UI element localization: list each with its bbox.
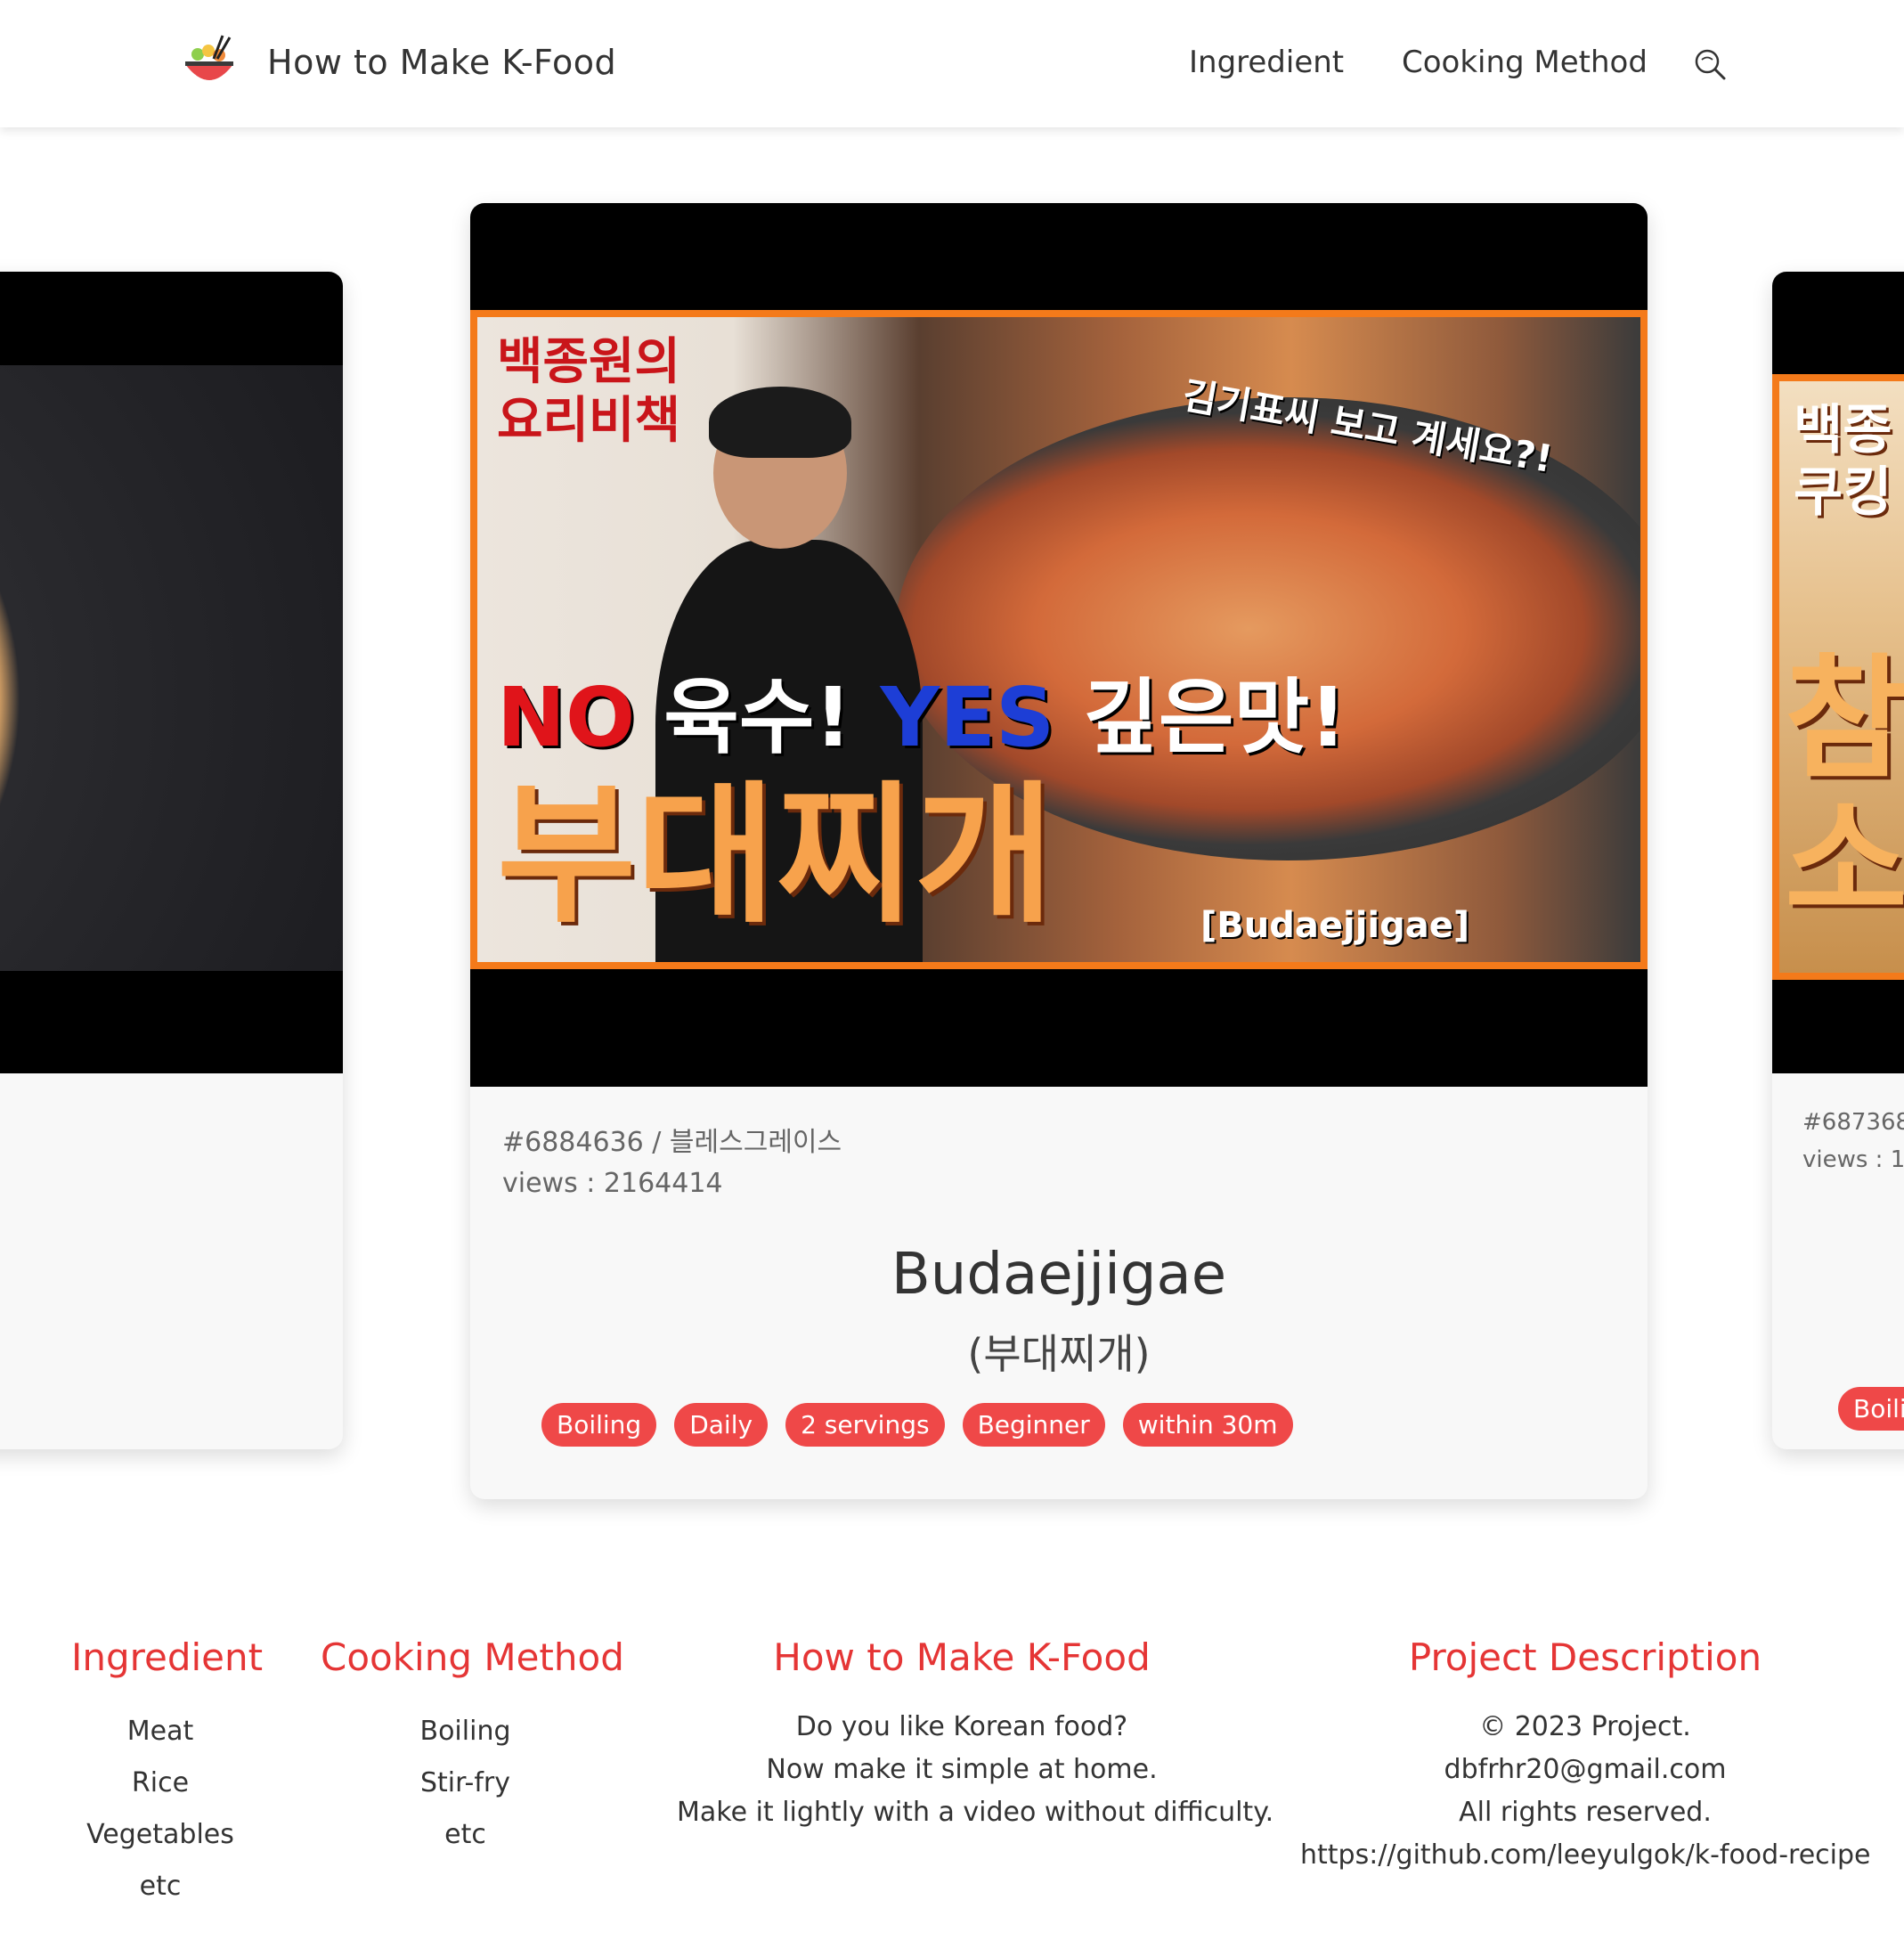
recipe-card-previous[interactable]: g [0, 272, 343, 1449]
footer-heading: Ingredient [71, 1635, 264, 1679]
video-thumbnail[interactable]: 백종원의 요리비책 김기표씨 보고 계세요?! NO 육수! YES 깊은맛! … [470, 203, 1648, 1087]
recipe-korean-title: (부대찌개) [967, 1330, 1151, 1378]
recipe-card-next[interactable]: 백종 쿠킹 참 소 #6873683 views : 16 Boilin [1772, 272, 1904, 1449]
footer-heading: Project Description [1408, 1635, 1762, 1679]
tag-occasion[interactable]: Daily [674, 1403, 769, 1447]
thumbnail-dish-name: 참 소 [1785, 642, 1904, 940]
site-title[interactable]: How to Make K-Food [267, 43, 616, 82]
footer-about-column: How to Make K-Food Do you like Korean fo… [677, 1635, 1274, 1834]
tag-servings[interactable]: 2 servings [785, 1403, 945, 1447]
footer-link-etc[interactable]: etc [321, 1809, 610, 1861]
footer-link-meat[interactable]: Meat [71, 1706, 249, 1757]
thumbnail-image [0, 365, 343, 971]
recipe-card-active[interactable]: 백종원의 요리비책 김기표씨 보고 계세요?! NO 육수! YES 깊은맛! … [470, 203, 1648, 1499]
search-icon[interactable] [1692, 46, 1728, 82]
footer-about-line: Do you like Korean food? [795, 1711, 1128, 1742]
video-thumbnail[interactable] [0, 272, 343, 1073]
thumbnail-no: NO [497, 670, 636, 765]
thumbnail-channel-text: 백종 쿠킹 [1794, 399, 1892, 524]
footer-ingredient-column: Ingredient Meat Rice Vegetables etc [71, 1635, 264, 1912]
footer-heading: Cooking Method [321, 1635, 624, 1679]
nav-cooking-method[interactable]: Cooking Method [1402, 45, 1648, 80]
footer-about-line: Make it lightly with a video without dif… [677, 1797, 1274, 1828]
tag-time[interactable]: within 30m [1122, 1403, 1293, 1447]
site-footer: Ingredient Meat Rice Vegetables etc Cook… [0, 1539, 1904, 1949]
footer-link-boiling[interactable]: Boiling [321, 1706, 610, 1757]
recipe-carousel[interactable]: g 백종원의 요리비책 김기표씨 보고 계세요?! NO 육수! YES 깊은맛… [0, 127, 1904, 1539]
nav-ingredient[interactable]: Ingredient [1189, 45, 1344, 80]
footer-github-link[interactable]: https://github.com/leeyulgok/k-food-reci… [1300, 1834, 1871, 1877]
thumbnail-image: 백종 쿠킹 참 소 [1772, 374, 1904, 980]
thumbnail-image: 백종원의 요리비책 김기표씨 보고 계세요?! NO 육수! YES 깊은맛! … [470, 310, 1648, 969]
recipe-id-author: #6884636 / 블레스그레이스 [502, 1127, 842, 1158]
site-header: How to Make K-Food Ingredient Cooking Me… [0, 0, 1904, 127]
recipe-title: Budaejjigae [891, 1242, 1227, 1308]
thumbnail-text-b: 깊은맛! [1083, 670, 1347, 765]
bibimbap-bowl-logo-icon[interactable] [178, 32, 240, 94]
recipe-id-author: #6873683 [1802, 1109, 1904, 1136]
footer-method-column: Cooking Method Boiling Stir-fry etc [321, 1635, 624, 1861]
footer-link-rice[interactable]: Rice [71, 1757, 249, 1809]
recipe-tags: Boilin [1838, 1387, 1904, 1431]
recipe-meta: #6884636 / 블레스그레이스 views : 2164414 [470, 1087, 1648, 1204]
tag-method[interactable]: Boilin [1838, 1387, 1904, 1431]
footer-heading: How to Make K-Food [773, 1635, 1151, 1679]
thumbnail-english-name: [Budaejjigae] [1200, 905, 1470, 946]
recipe-meta: #6873683 views : 16 [1772, 1073, 1904, 1178]
recipe-views: views : 2164414 [502, 1168, 723, 1199]
thumbnail-channel-text: 백종원의 요리비책 [497, 333, 681, 450]
footer-rights: All rights reserved. [1459, 1797, 1712, 1828]
thumbnail-yes: YES [880, 670, 1055, 765]
footer-link-stir-fry[interactable]: Stir-fry [321, 1757, 610, 1809]
thumbnail-dish-name: 부대찌개 [497, 768, 1054, 944]
footer-link-vegetables[interactable]: Vegetables [71, 1809, 249, 1861]
footer-project-column: Project Description © 2023 Project. dbfr… [1300, 1635, 1871, 1877]
footer-email[interactable]: dbfrhr20@gmail.com [1300, 1749, 1870, 1791]
recipe-tags: Boiling Daily 2 servings Beginner within… [541, 1403, 1293, 1447]
video-thumbnail[interactable]: 백종 쿠킹 참 소 [1772, 272, 1904, 1073]
thumbnail-headline: NO 육수! YES 깊은맛! [497, 673, 1347, 762]
tag-method[interactable]: Boiling [541, 1403, 657, 1447]
recipe-views: views : 16 [1802, 1146, 1904, 1173]
footer-copyright: © 2023 Project. [1479, 1711, 1691, 1742]
footer-about-line: Now make it simple at home. [766, 1754, 1158, 1785]
footer-link-etc[interactable]: etc [71, 1861, 249, 1912]
tag-difficulty[interactable]: Beginner [962, 1403, 1105, 1447]
thumbnail-text-a: 육수! [663, 670, 852, 765]
